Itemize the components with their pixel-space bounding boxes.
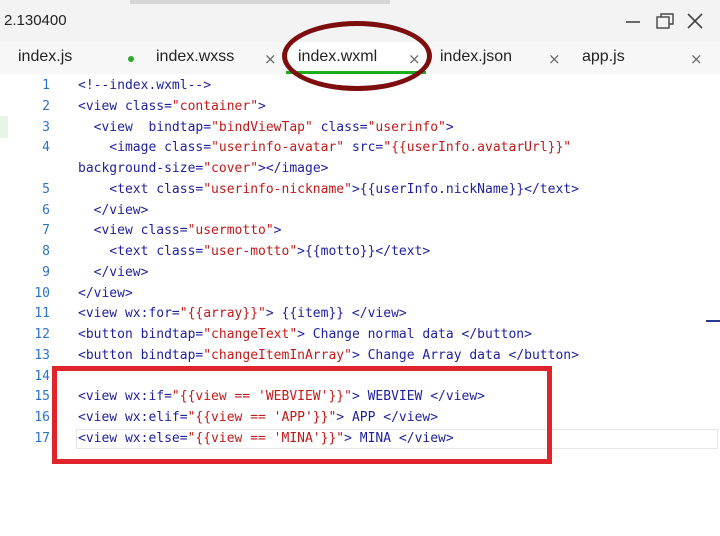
line-number: 5 [42, 181, 50, 197]
code-line[interactable]: 3 <view bindtap="bindViewTap" class="use… [0, 117, 720, 138]
line-number: 9 [42, 264, 50, 280]
tab-close-icon[interactable]: × [690, 50, 703, 68]
code-text: <image class="userinfo-avatar" src="{{us… [78, 140, 572, 156]
code-line[interactable]: 6 </view> [0, 200, 720, 221]
code-line[interactable]: 4 <image class="userinfo-avatar" src="{{… [0, 137, 720, 158]
code-line[interactable]: 5 <text class="userinfo-nickname">{{user… [0, 179, 720, 200]
line-number: 10 [34, 285, 50, 301]
code-text: </view> [78, 202, 149, 218]
code-text: <button bindtap="changeItemInArray"> Cha… [78, 347, 579, 363]
code-text: <button bindtap="changeText"> Change nor… [78, 327, 532, 342]
line-number: 12 [34, 327, 50, 342]
line-number: 16 [34, 410, 50, 425]
tab-label: app.js [582, 48, 625, 65]
close-window-button[interactable] [684, 10, 706, 32]
tab-close-icon[interactable]: × [548, 50, 561, 68]
code-text: <!--index.wxml--> [78, 78, 212, 93]
minimize-icon [626, 21, 640, 23]
line-number: 13 [34, 347, 50, 363]
tab-index-js[interactable]: index.js [0, 42, 134, 74]
close-icon [687, 13, 703, 29]
code-text: background-size="cover"></image> [78, 161, 329, 176]
code-line[interactable]: 7 <view class="usermotto"> [0, 220, 720, 241]
code-text: <view class="usermotto"> [78, 223, 282, 239]
line-number: 1 [42, 78, 50, 93]
line-number: 11 [34, 306, 50, 322]
title-bar-decoration [130, 0, 390, 4]
line-number: 14 [34, 368, 50, 384]
code-text: <view wx:for="{{array}}"> {{item}} </vie… [78, 306, 407, 322]
window-title: 2.130400 [4, 12, 67, 29]
line-number: 15 [34, 389, 50, 405]
annotation-rectangle [52, 366, 552, 464]
code-editor[interactable]: 1 <!--index.wxml--> 2 <view class="containe… [0, 74, 720, 536]
tab-app-js[interactable]: app.js × [574, 42, 720, 74]
line-number: 8 [42, 244, 50, 259]
code-line[interactable]: 2 <view class="container"> [0, 96, 720, 117]
tab-index-json[interactable]: index.json × [426, 42, 574, 74]
line-number: 2 [42, 98, 50, 114]
maximize-button[interactable] [654, 10, 676, 32]
maximize-icon [656, 13, 674, 29]
tab-label: index.json [440, 48, 513, 65]
line-number: 7 [42, 223, 50, 239]
code-line[interactable]: 13 <button bindtap="changeItemInArray"> C… [0, 345, 720, 366]
tab-label: index.wxss [156, 48, 235, 65]
code-line[interactable]: 12 <button bindtap="changeText"> Change n… [0, 324, 720, 345]
code-line[interactable]: 11 <view wx:for="{{array}}"> {{item}} </v… [0, 303, 720, 324]
line-number: 6 [42, 202, 50, 218]
code-text: <view class="container"> [78, 98, 266, 114]
code-text: <view bindtap="bindViewTap" class="useri… [78, 119, 454, 135]
tab-index-wxss[interactable]: index.wxss × [130, 42, 282, 74]
line-number: 17 [34, 430, 50, 446]
line-number: 3 [42, 119, 50, 135]
line-number: 4 [42, 140, 50, 156]
code-text: </view> [78, 264, 149, 280]
annotation-circle [282, 21, 432, 91]
minimize-button[interactable] [622, 10, 644, 32]
code-line[interactable]: background-size="cover"></image> [0, 158, 720, 179]
tab-close-icon[interactable]: × [264, 50, 277, 68]
tab-label: index.js [18, 48, 73, 65]
code-line[interactable]: 10 </view> [0, 283, 720, 304]
code-line[interactable]: 8 <text class="user-motto">{{motto}}</te… [0, 241, 720, 262]
code-text: <text class="user-motto">{{motto}}</text… [78, 244, 431, 259]
code-text: </view> [78, 285, 133, 301]
scrollbar-marker[interactable] [706, 320, 720, 322]
code-line[interactable]: 9 </view> [0, 262, 720, 283]
code-text: <text class="userinfo-nickname">{{userIn… [78, 181, 579, 197]
